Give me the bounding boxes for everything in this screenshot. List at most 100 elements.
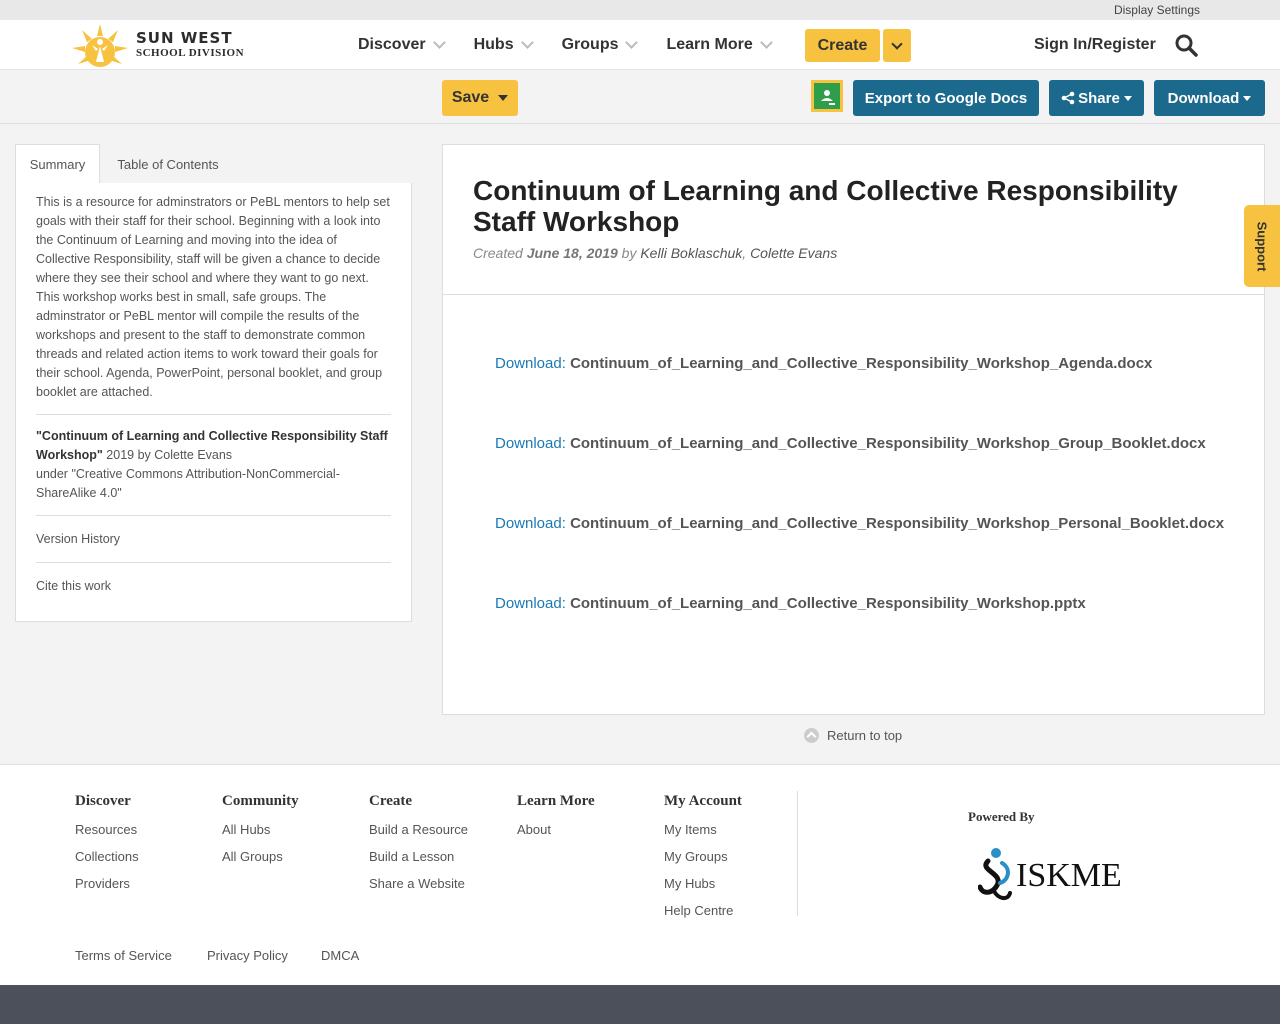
divider	[443, 294, 1264, 295]
footer-link-providers[interactable]: Providers	[75, 876, 139, 891]
footer-heading: Discover	[75, 793, 131, 809]
author-link[interactable]: Kelli Boklaschuk	[640, 245, 742, 261]
tab-table-of-contents[interactable]: Table of Contents	[110, 144, 226, 184]
save-label: Save	[451, 89, 490, 106]
file-name: Continuum_of_Learning_and_Collective_Res…	[570, 595, 1086, 612]
sun-west-logo[interactable]: SUN WEST SCHOOL DIVISION	[70, 20, 244, 70]
iskme-logo[interactable]: ISKME	[978, 847, 1122, 905]
return-to-top-label: Return to top	[827, 728, 903, 743]
caret-down-icon	[498, 95, 509, 101]
file-name: Continuum_of_Learning_and_Collective_Res…	[570, 515, 1225, 532]
created-label: Created	[473, 245, 523, 261]
divider	[36, 414, 391, 415]
footer-col-community: Community All Hubs All Groups	[222, 793, 299, 876]
divider	[36, 515, 391, 516]
footer-link-terms[interactable]: Terms of Service	[75, 948, 172, 963]
summary-panel: This is a resource for adminstrators or …	[15, 183, 412, 622]
save-button[interactable]: Save	[442, 80, 518, 116]
download-prefix: Download:	[495, 515, 566, 532]
resource-title: Continuum of Learning and Collective Res…	[473, 175, 1178, 237]
footer-link-dmca[interactable]: DMCA	[321, 948, 359, 963]
resource-meta: Created June 18, 2019 by Kelli Boklaschu…	[473, 245, 837, 261]
download-prefix: Download:	[495, 435, 566, 452]
share-button[interactable]: Share	[1049, 80, 1144, 116]
create-dropdown-button[interactable]	[883, 29, 911, 62]
summary-text: This is a resource for adminstrators or …	[36, 195, 390, 399]
download-button[interactable]: Download	[1154, 80, 1265, 116]
footer-link-my-groups[interactable]: My Groups	[664, 849, 742, 864]
caret-down-icon	[1123, 95, 1132, 101]
nav-hubs[interactable]: Hubs	[473, 36, 534, 54]
create-button[interactable]: Create	[805, 29, 880, 62]
iskme-figure-icon	[978, 848, 1012, 900]
by-label: by	[621, 245, 637, 261]
sun-logo-icon	[72, 24, 128, 67]
version-history-link[interactable]: Version History	[36, 528, 391, 550]
search-icon[interactable]	[1174, 33, 1198, 57]
site-footer: Discover Resources Collections Providers…	[0, 764, 1280, 985]
tab-summary[interactable]: Summary	[15, 144, 100, 184]
logo-line1: SUN WEST	[136, 29, 233, 47]
footer-link-collections[interactable]: Collections	[75, 849, 139, 864]
resource-sidebar: Summary Table of Contents This is a reso…	[15, 144, 412, 622]
download-prefix: Download:	[495, 595, 566, 612]
created-date: June 18, 2019	[526, 245, 618, 261]
footer-heading: Community	[222, 793, 299, 809]
share-label: Share	[1078, 89, 1120, 107]
file-download-link[interactable]: Download: Continuum_of_Learning_and_Coll…	[495, 515, 1224, 532]
author-separator: ,	[742, 245, 751, 261]
nav-learn-more[interactable]: Learn More	[666, 36, 773, 54]
utility-bar: Display Settings	[0, 0, 1280, 20]
export-google-docs-button[interactable]: Export to Google Docs	[853, 80, 1039, 116]
sidebar-tabs: Summary Table of Contents	[15, 144, 412, 184]
footer-link-build-resource[interactable]: Build a Resource	[369, 822, 468, 837]
file-download-link[interactable]: Download: Continuum_of_Learning_and_Coll…	[495, 595, 1086, 612]
footer-col-learn-more: Learn More About	[517, 793, 595, 849]
footer-link-my-hubs[interactable]: My Hubs	[664, 876, 742, 891]
logo-text: SUN WEST SCHOOL DIVISION	[136, 31, 244, 59]
footer-link-privacy[interactable]: Privacy Policy	[207, 948, 288, 963]
divider	[36, 562, 391, 563]
nav-discover-label: Discover	[358, 36, 426, 53]
footer-separator	[797, 791, 798, 916]
footer-link-my-items[interactable]: My Items	[664, 822, 742, 837]
support-tab[interactable]: Support	[1244, 205, 1280, 287]
chevron-down-icon	[891, 37, 903, 50]
nav-groups-label: Groups	[561, 36, 619, 53]
file-download-link[interactable]: Download: Continuum_of_Learning_and_Coll…	[495, 355, 1152, 372]
footer-link-share-website[interactable]: Share a Website	[369, 876, 468, 891]
resource-action-bar: Save Export to Google Docs Share Downloa…	[0, 70, 1280, 124]
nav-discover[interactable]: Discover	[358, 36, 446, 54]
resource-main-panel: Continuum of Learning and Collective Res…	[442, 144, 1265, 715]
classroom-glyph-icon	[821, 90, 835, 105]
author-link[interactable]: Colette Evans	[750, 245, 837, 261]
footer-col-create: Create Build a Resource Build a Lesson S…	[369, 793, 468, 903]
footer-col-discover: Discover Resources Collections Providers	[75, 793, 139, 903]
cite-this-work-link[interactable]: Cite this work	[36, 575, 391, 597]
footer-link-about[interactable]: About	[517, 822, 595, 837]
footer-link-all-groups[interactable]: All Groups	[222, 849, 299, 864]
file-name: Continuum_of_Learning_and_Collective_Res…	[570, 355, 1153, 372]
file-download-link[interactable]: Download: Continuum_of_Learning_and_Coll…	[495, 435, 1206, 452]
powered-by-label: Powered By	[968, 809, 1035, 824]
footer-link-all-hubs[interactable]: All Hubs	[222, 822, 299, 837]
arrow-up-circle-icon	[804, 728, 819, 743]
return-to-top-link[interactable]: Return to top	[804, 728, 902, 743]
caret-down-icon	[1243, 95, 1252, 101]
display-settings-link[interactable]: Display Settings	[1114, 3, 1200, 17]
footer-link-resources[interactable]: Resources	[75, 822, 139, 837]
signin-register-link[interactable]: Sign In/Register	[1034, 36, 1156, 54]
chevron-down-icon	[625, 36, 639, 49]
nav-hubs-label: Hubs	[473, 36, 514, 53]
download-prefix: Download:	[495, 355, 566, 372]
chevron-down-icon	[759, 36, 773, 49]
google-classroom-icon[interactable]	[811, 80, 843, 112]
main-nav: Discover Hubs Groups Learn More	[358, 20, 801, 70]
footer-link-build-lesson[interactable]: Build a Lesson	[369, 849, 468, 864]
footer-heading: My Account	[664, 793, 742, 809]
attribution: "Continuum of Learning and Collective Re…	[36, 427, 391, 503]
logo-line2: SCHOOL DIVISION	[136, 47, 245, 59]
attribution-year-author: 2019 by Colette Evans	[102, 448, 233, 462]
footer-link-help-centre[interactable]: Help Centre	[664, 903, 742, 918]
nav-groups[interactable]: Groups	[561, 36, 639, 54]
